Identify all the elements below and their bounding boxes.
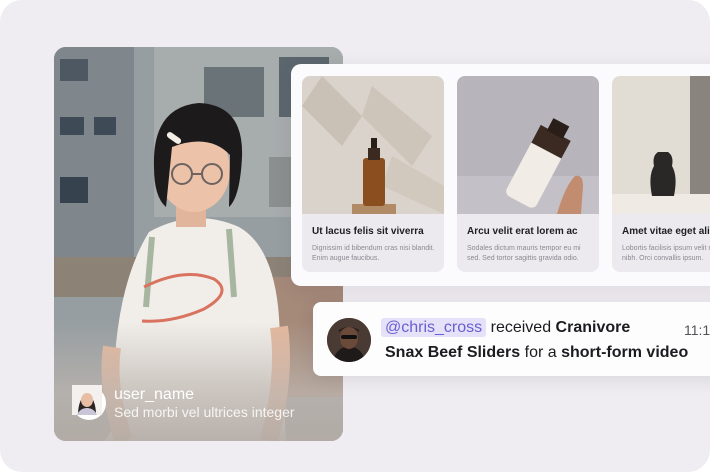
product-image <box>302 76 444 214</box>
product-title[interactable]: Ut lacus felis sit viverra <box>312 226 440 237</box>
notification-line-2: Snax Beef Sliders for a short-form video <box>385 344 688 362</box>
notification-brand: Cranivore <box>555 319 631 336</box>
user-badge[interactable]: user_name Sed morbi vel ultrices integer <box>72 385 295 421</box>
user-subtitle: Sed morbi vel ultrices integer <box>114 404 295 421</box>
product-description: Dignissim id bibendum cras nisi blandit.… <box>312 245 435 262</box>
canvas: user_name Sed morbi vel ultrices integer <box>0 0 710 472</box>
notification-toast[interactable]: @chris_cross received Cranivore 11:13 Sn… <box>313 302 710 376</box>
notification-time: 11:13 <box>684 322 710 338</box>
product-title[interactable]: Arcu velit erat lorem ac <box>467 226 595 237</box>
product-card[interactable]: Arcu velit erat lorem ac Sodales dictum … <box>457 76 599 272</box>
mention-tag[interactable]: @chris_cross <box>381 318 487 337</box>
product-image <box>457 76 599 214</box>
user-name[interactable]: user_name <box>114 385 295 404</box>
product-description: Sodales dictum mauris tempor eu mi sed. … <box>467 245 581 262</box>
notification-format: short-form video <box>561 344 689 361</box>
user-avatar[interactable] <box>72 385 106 420</box>
notification-product: Snax Beef Sliders <box>385 344 521 361</box>
notification-avatar[interactable] <box>327 318 371 362</box>
product-description: Lobortis facilisis ipsum velit nisi aliq… <box>622 245 710 262</box>
photo-fade-overlay <box>54 321 343 441</box>
product-card[interactable]: Ut lacus felis sit viverra Dignissim id … <box>302 76 444 272</box>
product-image <box>612 76 710 214</box>
product-card[interactable]: Amet vitae eget aliquam Lobortis facilis… <box>612 76 710 272</box>
notification-verb: received <box>490 319 552 336</box>
notification-line-1: @chris_cross received Cranivore <box>381 318 631 337</box>
notification-connector: for a <box>524 344 557 361</box>
product-panel: Ut lacus felis sit viverra Dignissim id … <box>291 64 710 286</box>
product-title[interactable]: Amet vitae eget aliquam <box>622 226 710 237</box>
